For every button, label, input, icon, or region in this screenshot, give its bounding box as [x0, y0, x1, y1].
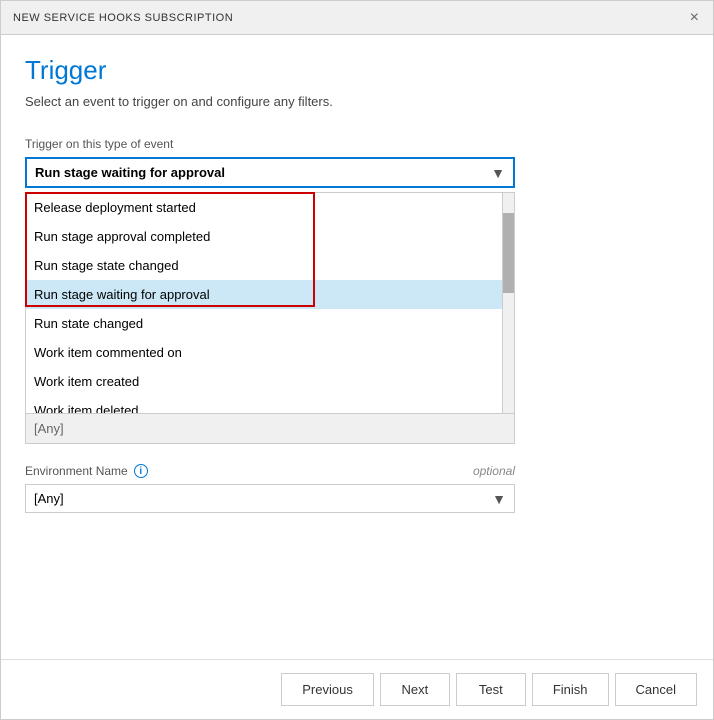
previous-button[interactable]: Previous — [281, 673, 374, 706]
list-item[interactable]: Release deployment started — [26, 193, 502, 222]
optional-label: optional — [473, 464, 515, 478]
finish-button[interactable]: Finish — [532, 673, 609, 706]
scrollbar-thumb — [503, 213, 514, 293]
dialog: NEW SERVICE HOOKS SUBSCRIPTION × Trigger… — [0, 0, 714, 720]
list-item-run-stage-waiting[interactable]: Run stage waiting for approval — [26, 280, 502, 309]
list-item[interactable]: Work item commented on — [26, 338, 502, 367]
env-dropdown-value: [Any] — [34, 491, 64, 506]
env-label-row: Environment Name i optional — [25, 464, 515, 478]
page-title: Trigger — [25, 55, 689, 86]
titlebar: NEW SERVICE HOOKS SUBSCRIPTION × — [1, 1, 713, 35]
trigger-selected-text: Run stage waiting for approval — [35, 165, 225, 180]
dialog-title: NEW SERVICE HOOKS SUBSCRIPTION — [13, 12, 233, 24]
trigger-dropdown-selected[interactable]: Run stage waiting for approval ▼ — [25, 157, 515, 188]
next-button[interactable]: Next — [380, 673, 450, 706]
info-icon[interactable]: i — [134, 464, 148, 478]
env-dropdown-arrow-icon: ▼ — [492, 491, 506, 507]
trigger-field-label: Trigger on this type of event — [25, 137, 689, 151]
list-item[interactable]: Work item created — [26, 367, 502, 396]
cancel-button[interactable]: Cancel — [615, 673, 697, 706]
close-button[interactable]: × — [688, 10, 701, 26]
env-label-left: Environment Name i — [25, 464, 148, 478]
page-subtitle: Select an event to trigger on and config… — [25, 94, 689, 109]
trigger-dropdown-container: Run stage waiting for approval ▼ — [25, 157, 515, 188]
test-button[interactable]: Test — [456, 673, 526, 706]
env-field-label: Environment Name — [25, 464, 128, 478]
trigger-dropdown-list[interactable]: Release deployment started Run stage app… — [26, 193, 502, 413]
dialog-content: Trigger Select an event to trigger on an… — [1, 35, 713, 659]
list-item[interactable]: Run stage state changed — [26, 251, 502, 280]
env-dropdown[interactable]: [Any] ▼ — [25, 484, 515, 513]
dialog-footer: Previous Next Test Finish Cancel — [1, 659, 713, 719]
list-item[interactable]: Run state changed — [26, 309, 502, 338]
trigger-dropdown-arrow-icon: ▼ — [491, 165, 505, 181]
list-item[interactable]: Run stage approval completed — [26, 222, 502, 251]
env-section: Environment Name i optional [Any] ▼ — [25, 464, 689, 513]
trigger-dropdown-list-wrapper: Release deployment started Run stage app… — [25, 192, 515, 414]
any-filter: [Any] — [25, 414, 515, 444]
list-item[interactable]: Work item deleted — [26, 396, 502, 413]
dropdown-scrollbar[interactable] — [502, 193, 514, 413]
